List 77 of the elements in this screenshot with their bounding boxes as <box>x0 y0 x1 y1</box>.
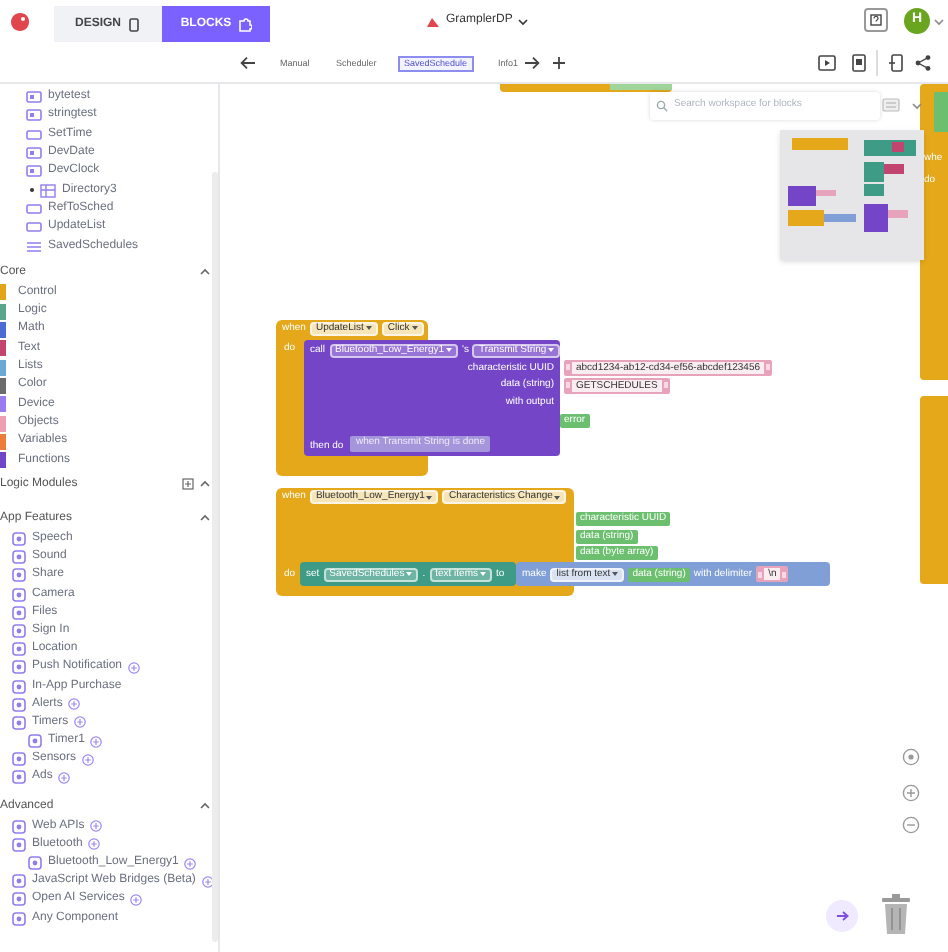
component-icon <box>28 734 42 749</box>
project-icon <box>426 15 440 27</box>
chevron-up-icon[interactable] <box>200 802 210 811</box>
component-icon <box>12 892 26 907</box>
button-component-icon <box>26 108 42 123</box>
caret-icon <box>406 572 413 576</box>
zoom-in-icon[interactable] <box>902 784 920 802</box>
component-icon <box>12 642 26 657</box>
recenter-icon[interactable] <box>902 748 920 766</box>
component-icon <box>12 874 26 889</box>
play-screen-icon[interactable] <box>818 54 836 72</box>
add-circle-icon[interactable] <box>88 838 101 851</box>
keyboard-icon[interactable] <box>882 98 900 112</box>
phone-icon[interactable] <box>850 54 868 72</box>
chevron-up-icon[interactable] <box>200 480 210 489</box>
button-component-icon <box>26 90 42 105</box>
search-icon <box>656 100 668 112</box>
arrow-right-icon <box>835 910 849 922</box>
caret-icon <box>554 495 561 499</box>
caret-icon <box>480 572 486 576</box>
component-icon <box>12 697 26 712</box>
add-circle-icon[interactable] <box>128 661 141 674</box>
caret-icon <box>446 348 453 352</box>
add-module-icon[interactable] <box>182 478 194 491</box>
component-icon <box>12 660 26 675</box>
component-icon <box>12 605 26 620</box>
help-button[interactable] <box>864 8 888 32</box>
forward-arrow-icon[interactable] <box>524 56 540 70</box>
plus-icon[interactable] <box>552 56 566 70</box>
list-component-icon <box>26 239 42 254</box>
add-circle-icon[interactable] <box>82 753 95 766</box>
help-icon <box>870 14 882 26</box>
component-icon <box>12 550 26 565</box>
caret-icon <box>365 326 372 330</box>
component-icon <box>12 568 26 583</box>
add-circle-icon[interactable] <box>68 698 81 711</box>
label-component-icon <box>26 127 42 142</box>
caret-icon <box>548 348 555 352</box>
component-icon <box>12 819 26 834</box>
component-icon <box>12 715 26 730</box>
caret-icon <box>612 572 619 576</box>
phone-icon <box>127 17 141 31</box>
run-button[interactable] <box>826 900 858 932</box>
add-circle-icon[interactable] <box>201 875 214 888</box>
button-component-icon <box>26 164 42 179</box>
add-circle-icon[interactable] <box>184 857 197 870</box>
add-circle-icon[interactable] <box>130 893 143 906</box>
component-icon <box>12 623 26 638</box>
device-icon[interactable] <box>888 54 906 72</box>
back-arrow-icon[interactable] <box>240 56 256 70</box>
zoom-out-icon[interactable] <box>902 816 920 834</box>
component-icon <box>12 752 26 767</box>
trash-icon[interactable] <box>880 892 912 936</box>
caret-icon <box>411 326 418 330</box>
component-icon <box>28 856 42 871</box>
caret-icon <box>426 495 433 499</box>
chevron-up-icon[interactable] <box>200 268 210 277</box>
add-circle-icon[interactable] <box>90 735 103 748</box>
chevron-down-icon <box>518 17 529 25</box>
add-circle-icon[interactable] <box>90 820 103 833</box>
logo-icon <box>10 12 30 32</box>
component-icon <box>12 911 26 926</box>
chevron-down-icon <box>934 18 944 26</box>
chevron-up-icon[interactable] <box>200 514 210 523</box>
component-icon <box>12 532 26 547</box>
add-circle-icon[interactable] <box>58 771 71 784</box>
minimap <box>780 130 924 260</box>
share-icon[interactable] <box>914 54 932 72</box>
chevron-down-icon[interactable] <box>912 102 922 110</box>
component-icon <box>12 837 26 852</box>
add-circle-icon[interactable] <box>74 716 87 729</box>
puzzle-icon <box>237 17 252 31</box>
table-component-icon <box>40 183 56 198</box>
component-icon <box>12 679 26 694</box>
component-icon <box>12 770 26 785</box>
button-component-icon <box>26 146 42 161</box>
component-icon <box>12 587 26 602</box>
